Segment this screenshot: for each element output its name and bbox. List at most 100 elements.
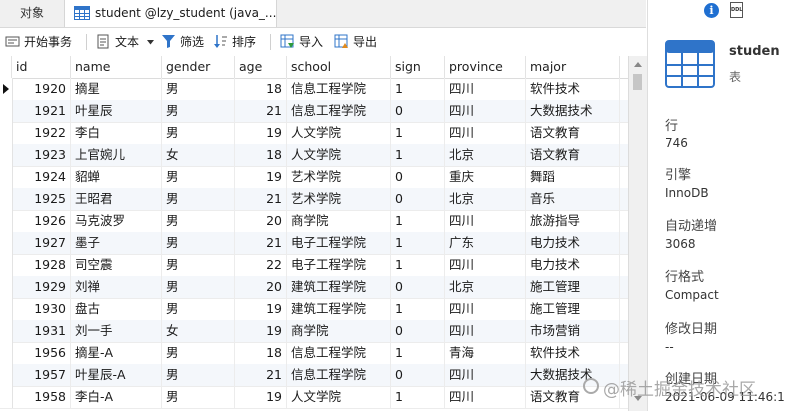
column-header-id[interactable]: id — [12, 56, 71, 78]
cell-major[interactable]: 电力技术 — [526, 232, 620, 254]
export-button[interactable]: 导出 — [334, 32, 382, 52]
begin-transaction-button[interactable]: 开始事务 — [5, 32, 77, 52]
cell-school[interactable]: 建筑工程学院 — [287, 276, 391, 298]
cell-name[interactable]: 上官婉儿 — [71, 144, 162, 166]
table-row[interactable]: 1924 貂蝉男 19 艺术学院 0 重庆 舞蹈 — [0, 166, 628, 189]
cell-province[interactable]: 四川 — [445, 78, 526, 100]
cell-province[interactable]: 青海 — [445, 342, 526, 364]
cell-name[interactable]: 刘一手 — [71, 320, 162, 342]
vertical-scrollbar[interactable] — [628, 56, 647, 411]
scroll-thumb[interactable] — [633, 74, 642, 90]
ddl-icon[interactable]: DDL — [730, 2, 743, 18]
cell-id[interactable]: 1926 — [12, 210, 71, 232]
cell-age[interactable]: 18 — [235, 342, 287, 364]
table-row[interactable]: 1923 上官婉儿女 18 人文学院 1 北京 语文教育 — [0, 144, 628, 167]
cell-major[interactable]: 软件技术 — [526, 78, 620, 100]
cell-age[interactable]: 20 — [235, 276, 287, 298]
cell-sign[interactable]: 1 — [391, 122, 445, 144]
cell-age[interactable]: 22 — [235, 254, 287, 276]
cell-age[interactable]: 21 — [235, 232, 287, 254]
table-row[interactable]: 1957 叶星辰-A 男 21 信息工程学院 0 四川 大数据技术 — [0, 364, 628, 387]
cell-province[interactable]: 北京 — [445, 276, 526, 298]
table-row[interactable]: 1920 摘星男 18 信息工程学院 1 四川 软件技术 — [0, 78, 628, 101]
cell-age[interactable]: 20 — [235, 210, 287, 232]
cell-school[interactable]: 电子工程学院 — [287, 232, 391, 254]
cell-major[interactable]: 语文教育 — [526, 144, 620, 166]
cell-gender[interactable]: 男 — [162, 100, 235, 122]
cell-name[interactable]: 李白-A — [71, 386, 162, 408]
cell-id[interactable]: 1922 — [12, 122, 71, 144]
text-button[interactable]: 文本 — [96, 32, 156, 52]
table-row[interactable]: 1929 刘禅男 20 建筑工程学院 0 北京 施工管理 — [0, 276, 628, 299]
cell-id[interactable]: 1923 — [12, 144, 71, 166]
cell-sign[interactable]: 1 — [391, 298, 445, 320]
cell-sign[interactable]: 1 — [391, 144, 445, 166]
cell-name[interactable]: 叶星辰-A — [71, 364, 162, 386]
cell-province[interactable]: 四川 — [445, 210, 526, 232]
info-icon[interactable]: i — [704, 3, 719, 18]
cell-name[interactable]: 李白 — [71, 122, 162, 144]
cell-major[interactable]: 舞蹈 — [526, 166, 620, 188]
cell-gender[interactable]: 男 — [162, 232, 235, 254]
cell-gender[interactable]: 女 — [162, 144, 235, 166]
cell-gender[interactable]: 男 — [162, 122, 235, 144]
cell-age[interactable]: 19 — [235, 386, 287, 408]
cell-sign[interactable]: 1 — [391, 232, 445, 254]
table-row[interactable]: 1931 刘一手女 19 商学院 0 四川 市场营销 — [0, 320, 628, 343]
cell-age[interactable]: 18 — [235, 144, 287, 166]
cell-age[interactable]: 21 — [235, 100, 287, 122]
cell-major[interactable]: 语文教育 — [526, 122, 620, 144]
cell-major[interactable]: 施工管理 — [526, 276, 620, 298]
cell-major[interactable]: 施工管理 — [526, 298, 620, 320]
table-row[interactable]: 1956 摘星-A 男 18 信息工程学院 1 青海 软件技术 — [0, 342, 628, 365]
cell-sign[interactable]: 0 — [391, 320, 445, 342]
cell-province[interactable]: 四川 — [445, 364, 526, 386]
cell-province[interactable]: 四川 — [445, 386, 526, 408]
cell-school[interactable]: 艺术学院 — [287, 188, 391, 210]
cell-id[interactable]: 1927 — [12, 232, 71, 254]
cell-id[interactable]: 1957 — [12, 364, 71, 386]
cell-major[interactable]: 电力技术 — [526, 254, 620, 276]
cell-province[interactable]: 重庆 — [445, 166, 526, 188]
cell-age[interactable]: 18 — [235, 78, 287, 100]
column-header-sign[interactable]: sign — [391, 56, 445, 78]
cell-major[interactable]: 旅游指导 — [526, 210, 620, 232]
column-header-name[interactable]: name — [71, 56, 162, 78]
cell-name[interactable]: 司空震 — [71, 254, 162, 276]
cell-age[interactable]: 21 — [235, 188, 287, 210]
cell-sign[interactable]: 0 — [391, 188, 445, 210]
cell-school[interactable]: 人文学院 — [287, 144, 391, 166]
table-row[interactable]: 1928 司空震男 22 电子工程学院 1 四川 电力技术 — [0, 254, 628, 277]
cell-age[interactable]: 19 — [235, 320, 287, 342]
cell-gender[interactable]: 男 — [162, 342, 235, 364]
cell-name[interactable]: 刘禅 — [71, 276, 162, 298]
cell-name[interactable]: 叶星辰 — [71, 100, 162, 122]
cell-province[interactable]: 四川 — [445, 298, 526, 320]
cell-id[interactable]: 1929 — [12, 276, 71, 298]
column-header-school[interactable]: school — [287, 56, 391, 78]
table-row[interactable]: 1922 李白男 19 人文学院 1 四川 语文教育 — [0, 122, 628, 145]
cell-age[interactable]: 21 — [235, 364, 287, 386]
column-header-gender[interactable]: gender — [162, 56, 235, 78]
column-header-major[interactable]: major — [526, 56, 620, 78]
cell-major[interactable]: 大数据技术 — [526, 100, 620, 122]
data-grid[interactable]: id name gender age school sign province … — [0, 56, 628, 411]
cell-school[interactable]: 人文学院 — [287, 386, 391, 408]
table-row[interactable]: 1930 盘古男 19 建筑工程学院 1 四川 施工管理 — [0, 298, 628, 321]
cell-gender[interactable]: 女 — [162, 320, 235, 342]
cell-school[interactable]: 建筑工程学院 — [287, 298, 391, 320]
sort-button[interactable]: 排序 — [213, 32, 263, 52]
cell-sign[interactable]: 0 — [391, 100, 445, 122]
cell-school[interactable]: 信息工程学院 — [287, 100, 391, 122]
cell-age[interactable]: 19 — [235, 166, 287, 188]
cell-name[interactable]: 盘古 — [71, 298, 162, 320]
cell-id[interactable]: 1958 — [12, 386, 71, 408]
cell-id[interactable]: 1928 — [12, 254, 71, 276]
cell-gender[interactable]: 男 — [162, 276, 235, 298]
cell-id[interactable]: 1956 — [12, 342, 71, 364]
cell-gender[interactable]: 男 — [162, 210, 235, 232]
column-header-province[interactable]: province — [445, 56, 526, 78]
cell-sign[interactable]: 1 — [391, 386, 445, 408]
cell-school[interactable]: 电子工程学院 — [287, 254, 391, 276]
cell-school[interactable]: 信息工程学院 — [287, 78, 391, 100]
